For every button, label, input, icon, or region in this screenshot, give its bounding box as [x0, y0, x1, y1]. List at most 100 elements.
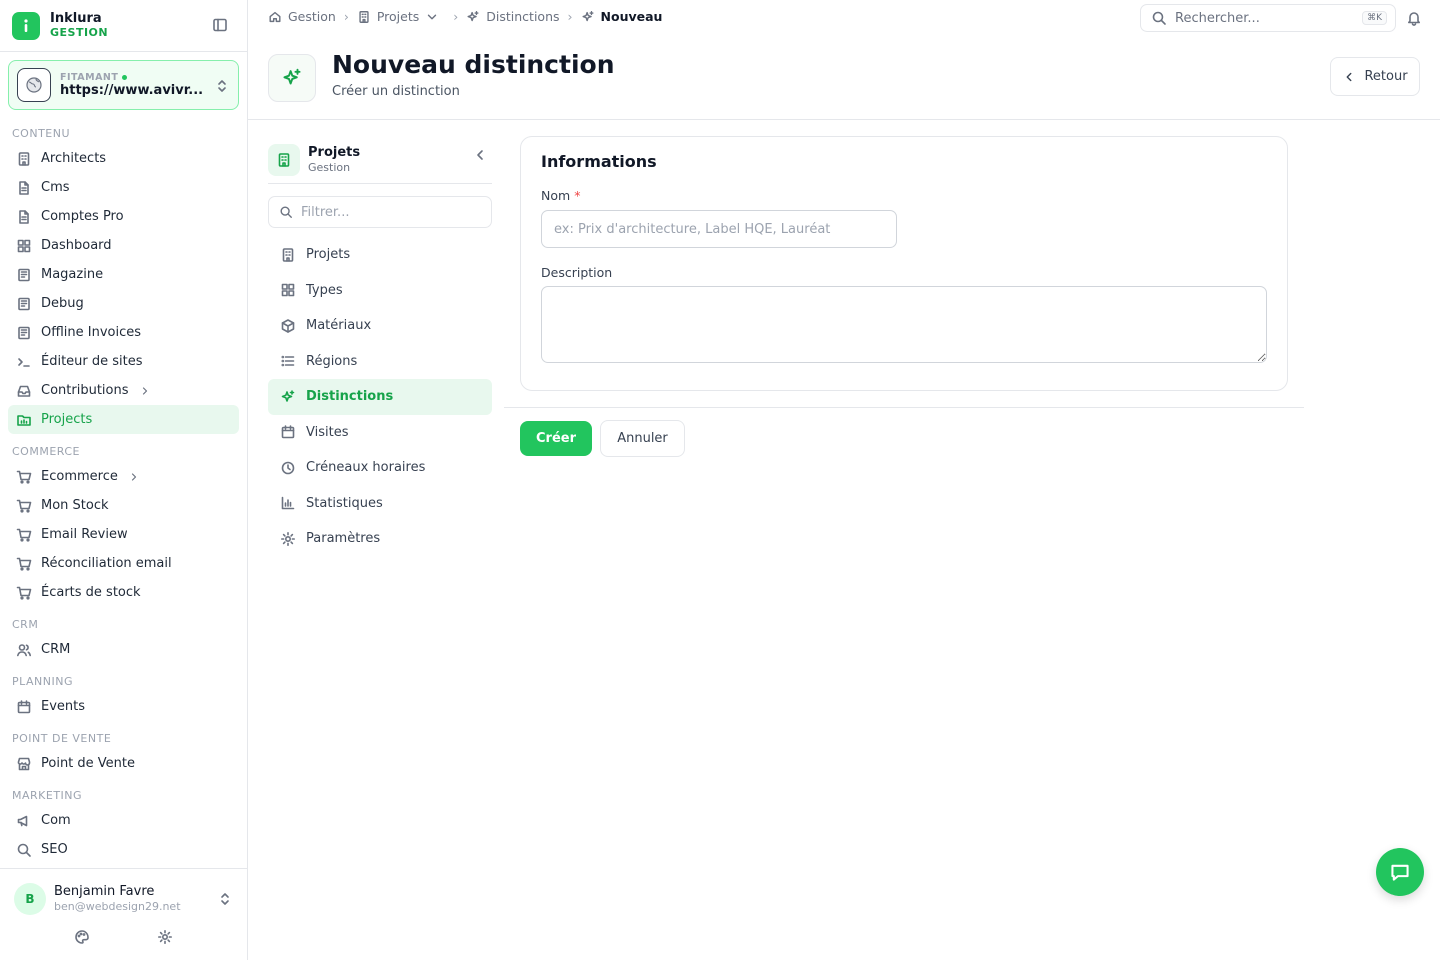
page-header: Nouveau distinction Créer un distinction… — [248, 34, 1440, 120]
sidebar-item-label: Écarts de stock — [41, 585, 141, 600]
site-label: FITAMANT — [60, 71, 119, 83]
site-switcher[interactable]: FITAMANT https://www.avivr... — [8, 60, 239, 110]
gear-icon — [281, 531, 295, 546]
sidebar-item-seo[interactable]: SEO — [8, 835, 239, 864]
nav-group-title: MARKETING — [12, 788, 83, 802]
section-nav-item-label: Créneaux horaires — [306, 460, 426, 476]
brand-sub: GESTION — [50, 25, 109, 39]
section-nav-item-visites[interactable]: Visites — [268, 415, 492, 451]
sidebar-item-events[interactable]: Events — [8, 692, 239, 721]
chevron-updown-icon — [217, 891, 233, 907]
name-input[interactable] — [541, 210, 897, 248]
bell-icon[interactable] — [1406, 10, 1422, 26]
section-nav-item-label: Paramètres — [306, 531, 381, 547]
search-icon — [280, 206, 292, 218]
sidebar-item-contributions[interactable]: Contributions — [8, 376, 239, 405]
sidebar-item-label: Magazine — [41, 267, 104, 282]
bar-chart-icon — [281, 496, 295, 510]
nav-group-point-de-vente: POINT DE VENTE Point de Vente — [0, 727, 247, 778]
section-nav-item-parametres[interactable]: Paramètres — [268, 521, 492, 557]
cart-icon — [16, 528, 32, 542]
breadcrumb-separator: › — [343, 9, 349, 24]
page-title: Nouveau distinction — [332, 50, 615, 79]
breadcrumb-distinctions[interactable]: Distinctions — [466, 9, 560, 24]
palette-icon[interactable] — [74, 929, 90, 945]
sparkles-icon — [268, 54, 316, 102]
user-email: ben@webdesign29.net — [54, 900, 181, 914]
sidebar-item-debug[interactable]: Debug — [8, 289, 239, 318]
section-nav-item-label: Matériaux — [306, 318, 372, 334]
global-search[interactable]: Rechercher... ⌘K — [1140, 4, 1396, 32]
breadcrumb-gestion[interactable]: Gestion — [268, 9, 336, 24]
brand-name: Inklura — [50, 11, 102, 27]
sidebar-item-label: Point de Vente — [41, 756, 136, 771]
sidebar-item-architects[interactable]: Architects — [8, 144, 239, 173]
calendar-icon — [281, 425, 295, 439]
sidebar-item-dashboard[interactable]: Dashboard — [8, 231, 239, 260]
nav-group-title: PLANNING — [12, 674, 73, 688]
chevron-right-icon — [142, 386, 147, 395]
topbar: Gestion › Projets › Distinctions › Nouve… — [248, 0, 1440, 34]
sidebar-item-point-de-vente[interactable]: Point de Vente — [8, 749, 239, 778]
section-nav-item-regions[interactable]: Régions — [268, 344, 492, 380]
breadcrumb-projets[interactable]: Projets — [357, 9, 445, 24]
chevron-updown-icon — [214, 78, 230, 94]
section-nav-item-materiaux[interactable]: Matériaux — [268, 308, 492, 344]
site-url: https://www.avivr... — [60, 82, 204, 98]
back-button[interactable]: Retour — [1330, 57, 1420, 96]
breadcrumb-separator: › — [453, 9, 459, 24]
description-textarea[interactable] — [541, 286, 1267, 363]
sidebar-item-editeur-de-sites[interactable]: Éditeur de sites — [8, 347, 239, 376]
calendar-icon — [17, 699, 31, 713]
clock-icon — [281, 461, 295, 475]
informations-card: Informations Nom* Description — [520, 136, 1288, 391]
building-icon — [282, 247, 294, 262]
brand[interactable]: Inklura GESTION — [0, 0, 247, 52]
chat-button[interactable] — [1376, 848, 1424, 896]
create-button[interactable]: Créer — [520, 421, 592, 456]
sidebar-item-label: Contributions — [41, 383, 129, 398]
sidebar-item-label: Ecommerce — [41, 469, 118, 484]
section-nav-item-types[interactable]: Types — [268, 273, 492, 309]
sidebar-item-comptes-pro[interactable]: Comptes Pro — [8, 202, 239, 231]
section-nav-item-creneaux-horaires[interactable]: Créneaux horaires — [268, 450, 492, 486]
cart-icon — [16, 557, 32, 571]
chevron-left-icon[interactable] — [472, 147, 488, 163]
cancel-button[interactable]: Annuler — [600, 420, 685, 457]
online-dot-icon — [122, 74, 128, 80]
sidebar-item-label: Email Review — [41, 527, 128, 542]
sidebar-item-reconciliation-email[interactable]: Réconciliation email — [8, 549, 239, 578]
sidebar-item-offline-invoices[interactable]: Offline Invoices — [8, 318, 239, 347]
sidebar-item-label: Events — [41, 699, 86, 714]
gear-icon[interactable] — [157, 929, 173, 945]
brand-logo-icon — [12, 11, 40, 40]
section-nav-item-distinctions[interactable]: Distinctions — [268, 379, 492, 415]
user-area: B Benjamin Favre ben@webdesign29.net — [0, 868, 247, 960]
sidebar-item-com[interactable]: Com — [8, 806, 239, 835]
sidebar-item-ecommerce[interactable]: Ecommerce — [8, 462, 239, 491]
sidebar-item-crm[interactable]: CRM — [8, 635, 239, 664]
sidebar-item-magazine[interactable]: Magazine — [8, 260, 239, 289]
section-nav-header: Projets Gestion — [268, 136, 492, 184]
chevron-down-icon — [428, 14, 437, 19]
nav-group-title: POINT DE VENTE — [12, 731, 112, 745]
sidebar-item-email-review[interactable]: Email Review — [8, 520, 239, 549]
section-nav-item-statistiques[interactable]: Statistiques — [268, 486, 492, 522]
sidebar-item-projects[interactable]: Projects — [8, 405, 239, 434]
section-nav: Projets Gestion Filtrer... Projets Types M… — [268, 136, 492, 557]
list-icon — [281, 355, 295, 367]
filter-placeholder: Filtrer... — [301, 204, 350, 220]
folder-chart-icon — [17, 414, 31, 426]
sidebar-toggle-icon[interactable] — [212, 17, 228, 33]
sidebar-item-cms[interactable]: Cms — [8, 173, 239, 202]
page-subtitle: Créer un distinction — [332, 84, 460, 99]
sidebar-item-label: Offline Invoices — [41, 325, 142, 340]
sidebar-item-ecarts-de-stock[interactable]: Écarts de stock — [8, 578, 239, 607]
filter-input[interactable]: Filtrer... — [268, 196, 492, 228]
section-nav-item-projets[interactable]: Projets — [268, 237, 492, 273]
user-menu[interactable]: B Benjamin Favre ben@webdesign29.net — [0, 869, 247, 929]
section-nav-item-label: Distinctions — [306, 389, 394, 405]
grid-icon — [281, 283, 295, 297]
sidebar-item-mon-stock[interactable]: Mon Stock — [8, 491, 239, 520]
sidebar-item-label: Réconciliation email — [41, 556, 172, 571]
